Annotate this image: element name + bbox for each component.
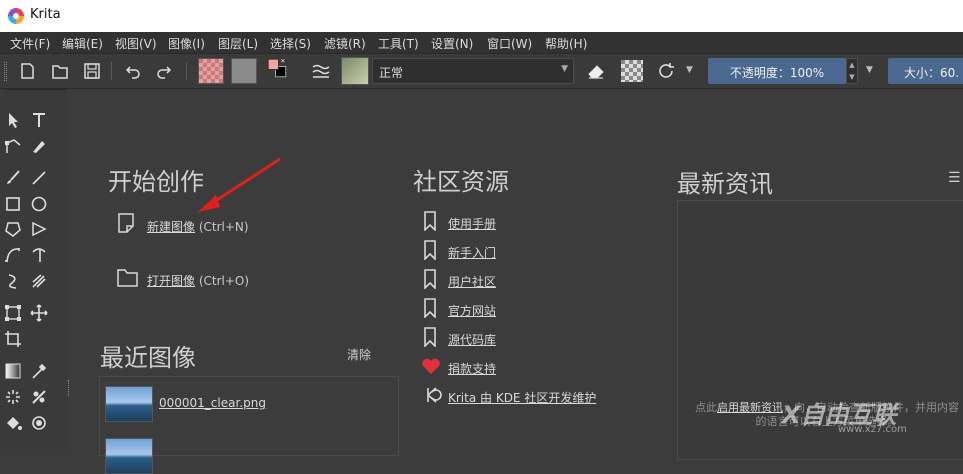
new-image-shortcut: (Ctrl+N) xyxy=(198,220,249,234)
recent-heading: 最近图像 xyxy=(100,344,196,372)
title-bar: Krita xyxy=(0,0,963,32)
enable-news-link[interactable]: 启用最新资讯 xyxy=(717,401,783,414)
new-document-icon[interactable] xyxy=(16,60,38,82)
brush-size-slider[interactable]: 大小：60. xyxy=(888,58,963,84)
select-pointer-icon[interactable] xyxy=(2,109,24,131)
brush-settings-icon[interactable] xyxy=(310,60,332,82)
menu-view[interactable]: 视图(V) xyxy=(115,35,157,52)
reload-preset-icon[interactable] xyxy=(655,60,677,82)
bezier-tool-icon[interactable] xyxy=(2,244,24,266)
rectangle-tool-icon[interactable] xyxy=(2,193,24,215)
color-picker-icon[interactable] xyxy=(28,360,50,382)
chevron-down-icon[interactable]: ▼ xyxy=(866,60,878,82)
new-image-link[interactable]: 新建图像 xyxy=(147,220,195,234)
blend-mode-select[interactable]: 正常 ▼ xyxy=(372,58,574,84)
heart-icon xyxy=(422,358,440,374)
main-toolbar: 正常 ▼ ▼ 不透明度：100% ▲ ▼ ▼ 大小：60. xyxy=(0,54,963,89)
open-image-link[interactable]: 打开图像 xyxy=(147,274,195,288)
recent-thumbnail[interactable] xyxy=(105,386,153,422)
toolbox xyxy=(0,89,67,450)
gradient-pattern-icon[interactable] xyxy=(198,58,224,84)
calligraphy-pen-icon[interactable] xyxy=(28,135,50,157)
open-folder-icon[interactable] xyxy=(116,266,140,288)
user-community-link[interactable]: 用户社区 xyxy=(448,273,496,290)
bookmark-icon xyxy=(424,327,436,347)
recent-thumbnail[interactable] xyxy=(105,438,153,474)
source-code-link[interactable]: 源代码库 xyxy=(448,331,496,348)
fill-bucket-icon[interactable] xyxy=(2,412,24,434)
line-tool-icon[interactable] xyxy=(28,167,50,189)
menu-window[interactable]: 窗口(W) xyxy=(487,35,532,52)
transform-tool-icon[interactable] xyxy=(2,302,24,324)
chevron-down-icon: ▼ xyxy=(561,64,568,74)
toolbar-separator xyxy=(186,62,187,80)
recent-file-link[interactable]: 000001_clear.png xyxy=(159,396,266,410)
menu-layer[interactable]: 图层(L) xyxy=(218,35,258,52)
open-folder-icon[interactable] xyxy=(49,60,71,82)
toolbar-grip[interactable] xyxy=(4,62,7,81)
site-watermark-url: www.xz7.com xyxy=(838,424,907,435)
ellipse-tool-icon[interactable] xyxy=(28,193,50,215)
chevron-down-icon[interactable]: ▼ xyxy=(686,60,698,82)
edit-shapes-icon[interactable] xyxy=(2,135,24,157)
krita-logo-icon xyxy=(8,8,24,24)
pattern-icon[interactable] xyxy=(231,58,257,84)
enclose-fill-icon[interactable] xyxy=(28,412,50,434)
menu-select[interactable]: 选择(S) xyxy=(270,35,311,52)
donate-link[interactable]: 捐款支持 xyxy=(448,360,496,377)
blend-mode-value: 正常 xyxy=(379,66,404,80)
menu-image[interactable]: 图像(I) xyxy=(168,35,205,52)
open-image-row[interactable]: 打开图像 (Ctrl+O) xyxy=(147,272,249,289)
undo-icon[interactable] xyxy=(122,60,144,82)
opacity-spinner[interactable]: ▲ ▼ xyxy=(846,58,858,84)
menu-edit[interactable]: 编辑(E) xyxy=(62,35,103,52)
opacity-slider[interactable]: 不透明度：100% xyxy=(708,58,846,84)
community-heading: 社区资源 xyxy=(413,168,509,196)
menu-settings[interactable]: 设置(N) xyxy=(431,35,473,52)
dynamic-brush-icon[interactable] xyxy=(2,270,24,292)
bookmark-icon xyxy=(424,240,436,260)
bookmark-icon xyxy=(424,298,436,318)
polygon-tool-icon[interactable] xyxy=(2,218,24,240)
redo-icon[interactable] xyxy=(153,60,175,82)
news-heading: 最新资讯 xyxy=(677,170,773,198)
save-icon[interactable] xyxy=(81,60,103,82)
manual-link[interactable]: 使用手册 xyxy=(448,215,496,232)
move-tool-icon[interactable] xyxy=(28,302,50,324)
brush-tool-icon[interactable] xyxy=(2,167,24,189)
kde-logo-icon xyxy=(427,387,442,403)
polyline-tool-icon[interactable] xyxy=(28,218,50,240)
freehand-path-icon[interactable] xyxy=(28,244,50,266)
menu-file[interactable]: 文件(F) xyxy=(10,35,50,52)
bookmark-icon xyxy=(424,269,436,289)
crop-tool-icon[interactable] xyxy=(2,328,24,350)
eraser-icon[interactable] xyxy=(585,60,607,82)
getting-started-link[interactable]: 新手入门 xyxy=(448,244,496,261)
window-title: Krita xyxy=(30,7,61,22)
new-file-icon[interactable] xyxy=(116,211,136,235)
menu-tools[interactable]: 工具(T) xyxy=(378,35,419,52)
smart-patch-icon[interactable] xyxy=(2,386,24,408)
menu-filter[interactable]: 滤镜(R) xyxy=(324,35,366,52)
gradient-tool-icon[interactable] xyxy=(2,360,24,382)
hamburger-menu-icon[interactable]: ☰ xyxy=(948,170,961,186)
open-image-shortcut: (Ctrl+O) xyxy=(198,274,250,288)
new-image-row[interactable]: 新建图像 (Ctrl+N) xyxy=(147,218,249,235)
assistant-tool-icon[interactable] xyxy=(28,386,50,408)
toolbox-grip[interactable] xyxy=(68,380,71,396)
toolbar-separator xyxy=(111,62,112,80)
official-website-link[interactable]: 官方网站 xyxy=(448,302,496,319)
clear-recent-button[interactable]: 清除 xyxy=(347,346,371,363)
bookmark-icon xyxy=(424,211,436,231)
red-arrow-annotation xyxy=(198,157,281,212)
alpha-lock-icon[interactable] xyxy=(621,60,643,82)
color-swatch-icon[interactable] xyxy=(266,57,296,87)
text-tool-icon[interactable] xyxy=(28,109,50,131)
menu-bar: 文件(F) 编辑(E) 视图(V) 图像(I) 图层(L) 选择(S) 滤镜(R… xyxy=(0,32,963,54)
start-heading: 开始创作 xyxy=(108,168,204,196)
brush-preset-icon[interactable] xyxy=(341,57,369,85)
menu-help[interactable]: 帮助(H) xyxy=(545,35,587,52)
kde-link[interactable]: Krita 由 KDE 社区开发维护 xyxy=(448,389,596,406)
multibrush-icon[interactable] xyxy=(28,270,50,292)
